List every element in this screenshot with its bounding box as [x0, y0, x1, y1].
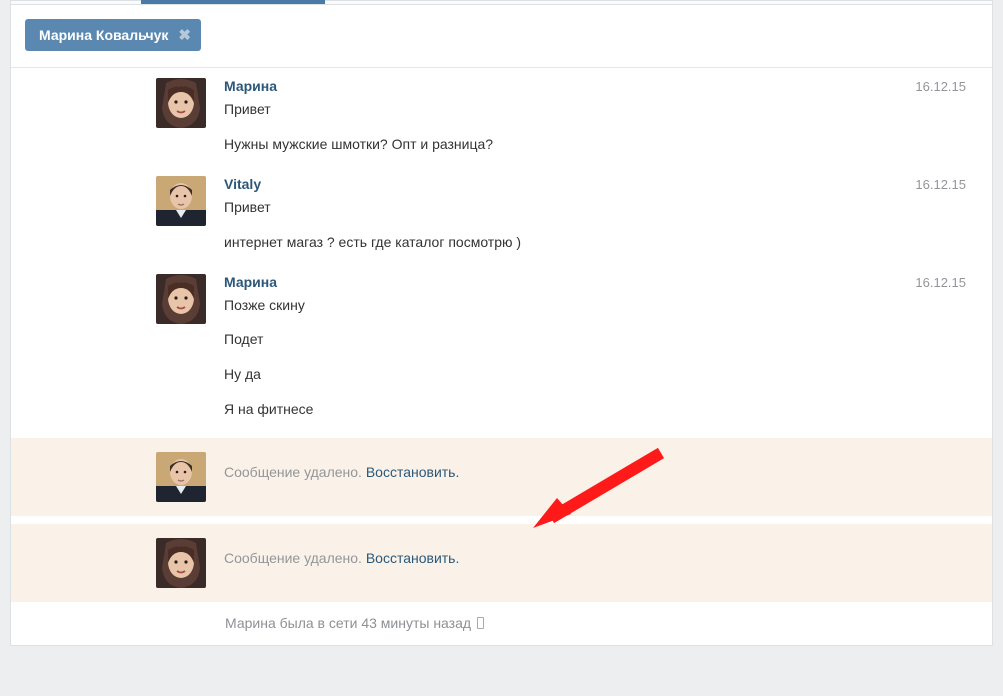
mobile-icon: [477, 617, 484, 629]
avatar[interactable]: [156, 274, 206, 324]
message-text: Позже скину: [224, 296, 972, 315]
message-text: Привет: [224, 100, 972, 119]
message-body: Марина 16.12.15 Привет Нужны мужские шмотки…: [224, 78, 972, 162]
message-row: Vitaly 16.12.15 Привет интернет магаз ? ест…: [11, 166, 992, 264]
footer-status-row: Марина была в сети 43 минуты назад: [11, 603, 992, 645]
message-date: 16.12.15: [915, 79, 966, 94]
message-body: Vitaly 16.12.15 Привет интернет магаз ? ест…: [224, 176, 972, 260]
contact-chip[interactable]: Марина Ковальчук ✖: [25, 19, 201, 51]
message-row: Марина 16.12.15 Привет Нужны мужские шмотки…: [11, 68, 992, 166]
header-row: Марина Ковальчук ✖: [11, 5, 992, 68]
message-header: Vitaly 16.12.15: [224, 176, 972, 192]
message-text: Привет: [224, 198, 972, 217]
sender-link[interactable]: Марина: [224, 78, 277, 94]
message-body: Сообщение удалено. Восстановить.: [224, 538, 972, 588]
deleted-message-text: Сообщение удалено. Восстановить.: [224, 452, 972, 480]
close-icon[interactable]: ✖: [178, 26, 191, 44]
messages-list: Марина 16.12.15 Привет Нужны мужские шмотки…: [11, 68, 992, 603]
sender-link[interactable]: Марина: [224, 274, 277, 290]
active-tab-indicator: [141, 0, 325, 4]
avatar[interactable]: [156, 176, 206, 226]
message-body: Марина 16.12.15 Позже скину Подет Ну да Я на …: [224, 274, 972, 428]
message-text: Ну да: [224, 365, 972, 384]
avatar[interactable]: [156, 538, 206, 588]
message-text: Я на фитнесе: [224, 400, 972, 419]
top-bar: [11, 1, 992, 5]
restore-link[interactable]: Восстановить.: [366, 464, 460, 480]
message-row-deleted: Сообщение удалено. Восстановить.: [11, 437, 992, 517]
message-text: Нужны мужские шмотки? Опт и разница?: [224, 135, 972, 154]
message-date: 16.12.15: [915, 275, 966, 290]
sender-link[interactable]: Vitaly: [224, 176, 261, 192]
message-text: интернет магаз ? есть где каталог посмот…: [224, 233, 972, 252]
restore-link[interactable]: Восстановить.: [366, 550, 460, 566]
deleted-label: Сообщение удалено.: [224, 464, 366, 480]
message-body: Сообщение удалено. Восстановить.: [224, 452, 972, 502]
message-date: 16.12.15: [915, 177, 966, 192]
avatar[interactable]: [156, 78, 206, 128]
message-header: Марина 16.12.15: [224, 274, 972, 290]
deleted-message-text: Сообщение удалено. Восстановить.: [224, 538, 972, 566]
deleted-label: Сообщение удалено.: [224, 550, 366, 566]
message-row-deleted: Сообщение удалено. Восстановить.: [11, 523, 992, 603]
message-text: Подет: [224, 330, 972, 349]
contact-chip-name: Марина Ковальчук: [39, 27, 168, 43]
message-row: Марина 16.12.15 Позже скину Подет Ну да Я на …: [11, 264, 992, 432]
online-status-text: Марина была в сети 43 минуты назад: [225, 615, 471, 631]
avatar[interactable]: [156, 452, 206, 502]
chat-container: Марина Ковальчук ✖ Марина 16.12.15 Привет Н…: [10, 0, 993, 646]
message-header: Марина 16.12.15: [224, 78, 972, 94]
